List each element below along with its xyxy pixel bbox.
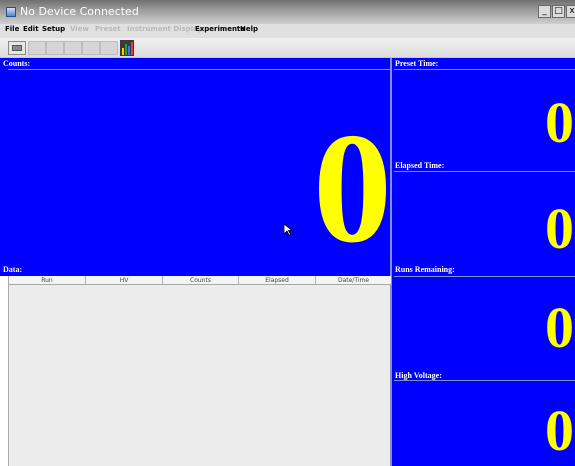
preset-time-header: Preset Time: xyxy=(395,59,439,68)
column-header-datetime[interactable]: Date/Time xyxy=(316,276,391,285)
title-bar[interactable]: No Device Connected _ □ x xyxy=(0,0,575,24)
elapsed-time-value: 0 xyxy=(545,196,574,261)
app-window: No Device Connected _ □ x File Edit Setu… xyxy=(0,0,575,466)
preset-time-panel: Preset Time: 0 xyxy=(392,58,575,158)
counts-panel: Counts: 0 xyxy=(0,58,392,268)
menu-help[interactable]: Help xyxy=(240,25,258,33)
open-button[interactable] xyxy=(8,41,26,55)
toolbar-button-6[interactable] xyxy=(100,41,118,55)
elapsed-time-panel: Elapsed Time: 0 xyxy=(392,158,575,263)
high-voltage-header: High Voltage: xyxy=(395,371,442,380)
window-title: No Device Connected xyxy=(20,5,139,18)
menu-setup[interactable]: Setup xyxy=(42,25,65,33)
table-header-row: Run HV Counts Elapsed Date/Time xyxy=(9,276,391,285)
column-header-hv[interactable]: HV xyxy=(86,276,163,285)
preset-time-value: 0 xyxy=(545,90,574,155)
close-button[interactable]: x xyxy=(566,5,575,18)
data-header: Data: xyxy=(3,265,23,274)
menu-edit[interactable]: Edit xyxy=(23,25,39,33)
column-header-counts[interactable]: Counts xyxy=(163,276,239,285)
menu-file[interactable]: File xyxy=(5,25,19,33)
menu-instrument-display[interactable]: Instrument Display xyxy=(127,25,202,33)
column-header-run[interactable]: Run xyxy=(9,276,86,285)
runs-remaining-value: 0 xyxy=(545,295,574,360)
menu-experiments[interactable]: Experiments xyxy=(195,25,244,33)
open-icon xyxy=(12,45,22,51)
mouse-cursor-icon xyxy=(284,224,294,236)
minimize-button[interactable]: _ xyxy=(538,5,551,18)
counts-value: 0 xyxy=(313,101,392,276)
counts-divider xyxy=(8,69,390,70)
data-panel-header-bar: Data: xyxy=(0,263,390,276)
menu-preset[interactable]: Preset xyxy=(95,25,121,33)
toolbar-button-2[interactable] xyxy=(28,41,46,55)
elapsed-time-divider xyxy=(394,171,575,172)
counts-header: Counts: xyxy=(3,59,31,68)
high-voltage-divider xyxy=(394,380,575,381)
data-table[interactable]: Run HV Counts Elapsed Date/Time xyxy=(8,276,391,466)
runs-remaining-divider xyxy=(394,276,575,277)
high-voltage-value: 0 xyxy=(545,398,574,463)
high-voltage-panel: High Voltage: 0 xyxy=(392,366,575,466)
maximize-button[interactable]: □ xyxy=(552,5,565,18)
preset-time-divider xyxy=(394,69,575,70)
column-header-elapsed[interactable]: Elapsed xyxy=(239,276,316,285)
app-icon xyxy=(6,7,16,17)
runs-remaining-header: Runs Remaining: xyxy=(395,265,455,274)
toolbar-button-4[interactable] xyxy=(64,41,82,55)
menu-view[interactable]: View xyxy=(70,25,89,33)
toolbar-button-3[interactable] xyxy=(46,41,64,55)
menu-bar: File Edit Setup View Preset Instrument D… xyxy=(0,24,575,38)
chart-icon[interactable] xyxy=(120,40,134,56)
runs-remaining-panel: Runs Remaining: 0 xyxy=(392,263,575,366)
toolbar xyxy=(0,38,575,58)
toolbar-button-5[interactable] xyxy=(82,41,100,55)
elapsed-time-header: Elapsed Time: xyxy=(395,161,445,170)
